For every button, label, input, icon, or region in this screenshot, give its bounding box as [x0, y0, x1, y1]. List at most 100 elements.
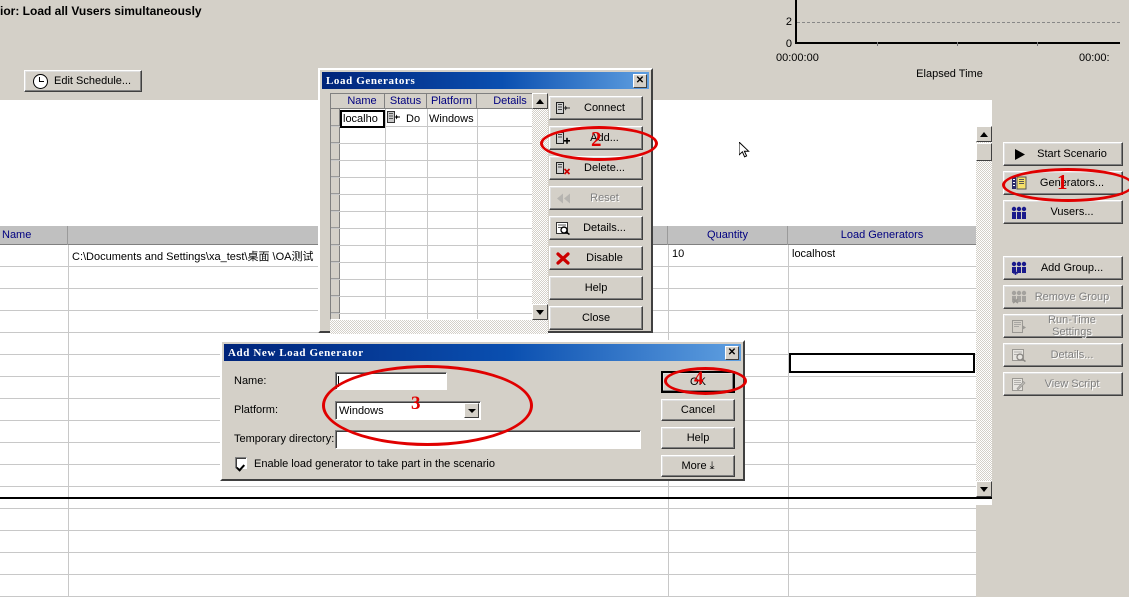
clock-icon — [33, 73, 48, 89]
add-help-button[interactable]: Help — [661, 427, 735, 449]
load-generators-list-vscrollbar[interactable] — [532, 93, 548, 320]
details-button: Details... — [1003, 343, 1123, 367]
help-label: Help — [584, 282, 608, 294]
grid-col-name[interactable]: Name — [0, 226, 68, 245]
generators-label: Generators... — [1039, 177, 1105, 189]
generators-button[interactable]: Generators... — [1003, 171, 1123, 195]
lg-col-status[interactable]: Status — [385, 94, 427, 108]
cell-load-generators: localhost — [792, 248, 836, 260]
connect-label: Connect — [584, 102, 625, 114]
add-generator-button[interactable]: Add... — [549, 126, 643, 150]
run-time-settings-button: Run-Time Settings — [1003, 314, 1123, 338]
delete-generator-icon — [553, 161, 573, 175]
lg-col-platform[interactable]: Platform — [427, 94, 477, 108]
load-generators-list-header: Name Status Platform Details — [331, 94, 541, 109]
chart-xtickmark-2 — [957, 42, 958, 46]
table-row[interactable] — [0, 531, 976, 553]
edit-schedule-label: Edit Schedule... — [54, 75, 132, 87]
start-scenario-label: Start Scenario — [1037, 148, 1107, 160]
grid-col-load-generators[interactable]: Load Generators — [788, 226, 976, 245]
table-row[interactable] — [0, 509, 976, 531]
chart-x-axis-label: Elapsed Time — [916, 68, 983, 80]
mouse-cursor-grid — [739, 142, 750, 158]
add-generator-title-bar[interactable]: Add New Load Generator ✕ — [224, 344, 741, 361]
run-time-settings-label: Run-Time Settings — [1048, 314, 1096, 338]
temporary-directory-label: Temporary directory: — [234, 433, 335, 445]
add-generator-icon — [553, 131, 573, 145]
vusers-button[interactable]: Vusers... — [1003, 200, 1123, 224]
details-label: Details... — [1050, 349, 1094, 361]
more-button[interactable]: More ⤓ — [661, 455, 735, 477]
reset-label: Reset — [590, 192, 619, 204]
scroll-down-arrow-icon[interactable] — [976, 481, 992, 497]
close-button[interactable]: Close — [549, 306, 643, 330]
close-x-icon[interactable]: ✕ — [725, 345, 739, 360]
grid-col-quantity[interactable]: Quantity — [668, 226, 788, 245]
load-generators-list[interactable]: Name Status Platform Details localho Do … — [330, 93, 542, 320]
list-row-gutter — [331, 109, 340, 319]
remove-group-label: Remove Group — [1034, 291, 1110, 303]
table-row[interactable] — [0, 575, 976, 597]
add-group-icon — [1008, 261, 1030, 275]
scroll-up-arrow-icon[interactable] — [532, 93, 548, 109]
platform-select[interactable]: Windows — [335, 401, 481, 420]
grid-vertical-scrollbar[interactable] — [976, 126, 992, 497]
chart-xtick-end: 00:00: — [1079, 52, 1110, 64]
delete-generator-label: Delete... — [584, 162, 625, 174]
connect-generator-icon — [553, 101, 573, 115]
grid-bottom-divider — [0, 497, 992, 499]
enable-generator-checkbox[interactable] — [235, 457, 247, 469]
view-script-button: View Script — [1003, 372, 1123, 396]
close-x-icon[interactable]: ✕ — [633, 73, 647, 88]
cell-quantity: 10 — [672, 248, 685, 260]
cancel-button[interactable]: Cancel — [661, 399, 735, 421]
grid-selected-cell[interactable] — [789, 353, 975, 373]
disable-label: Disable — [586, 252, 623, 264]
vusers-label: Vusers... — [1050, 206, 1094, 218]
lg-details-label: Details... — [583, 222, 626, 234]
enable-generator-label: Enable load generator to take part in th… — [254, 458, 495, 470]
chart-gridline-2 — [797, 22, 1120, 23]
reset-button: Reset — [549, 186, 643, 210]
platform-label: Platform: — [234, 404, 279, 416]
view-script-label: View Script — [1044, 378, 1100, 390]
edit-schedule-button[interactable]: Edit Schedule... — [24, 70, 142, 92]
remove-group-icon — [1008, 290, 1030, 304]
start-scenario-button[interactable]: Start Scenario — [1003, 142, 1123, 166]
temporary-directory-input[interactable] — [335, 430, 641, 449]
details-magnifier-icon — [553, 221, 573, 235]
scroll-down-arrow-icon[interactable] — [532, 304, 548, 320]
reset-rewind-icon — [553, 193, 573, 204]
scenario-behavior-text: ior: Load all Vusers simultaneously — [0, 4, 202, 18]
table-row[interactable] — [0, 553, 976, 575]
load-generators-list-hscrollbar[interactable] — [330, 320, 548, 334]
chart-xtickmark-3 — [1037, 42, 1038, 46]
delete-generator-button[interactable]: Delete... — [549, 156, 643, 180]
name-label: Name: — [234, 375, 267, 387]
scroll-up-arrow-icon[interactable] — [976, 126, 992, 142]
vusers-people-icon — [1008, 206, 1030, 219]
add-group-button[interactable]: Add Group... — [1003, 256, 1123, 280]
chart-xtick-start: 00:00:00 — [776, 52, 819, 64]
view-script-icon — [1008, 377, 1030, 391]
disable-red-x-icon — [553, 251, 573, 265]
help-button[interactable]: Help — [549, 276, 643, 300]
add-generator-label: Add... — [590, 132, 619, 144]
lg-col-name[interactable]: Name — [340, 94, 385, 108]
load-generators-title-bar[interactable]: Load Generators ✕ — [322, 72, 649, 89]
ok-button[interactable]: OK — [661, 371, 735, 393]
lg-details-button[interactable]: Details... — [549, 216, 643, 240]
details-magnifier-icon — [1008, 348, 1030, 362]
connect-button[interactable]: Connect — [549, 96, 643, 120]
name-input[interactable] — [335, 372, 447, 390]
remove-group-button: Remove Group — [1003, 285, 1123, 309]
chart-ytick-0: 0 — [785, 38, 792, 50]
lg-cell-status: Do — [406, 113, 421, 125]
lg-cell-platform: Windows — [429, 113, 474, 125]
scrollbar-thumb[interactable] — [976, 143, 992, 161]
run-time-settings-icon — [1008, 319, 1030, 333]
add-group-label: Add Group... — [1040, 262, 1104, 274]
text-caret — [338, 376, 339, 387]
chevron-down-icon[interactable] — [464, 403, 479, 418]
disable-button[interactable]: Disable — [549, 246, 643, 270]
